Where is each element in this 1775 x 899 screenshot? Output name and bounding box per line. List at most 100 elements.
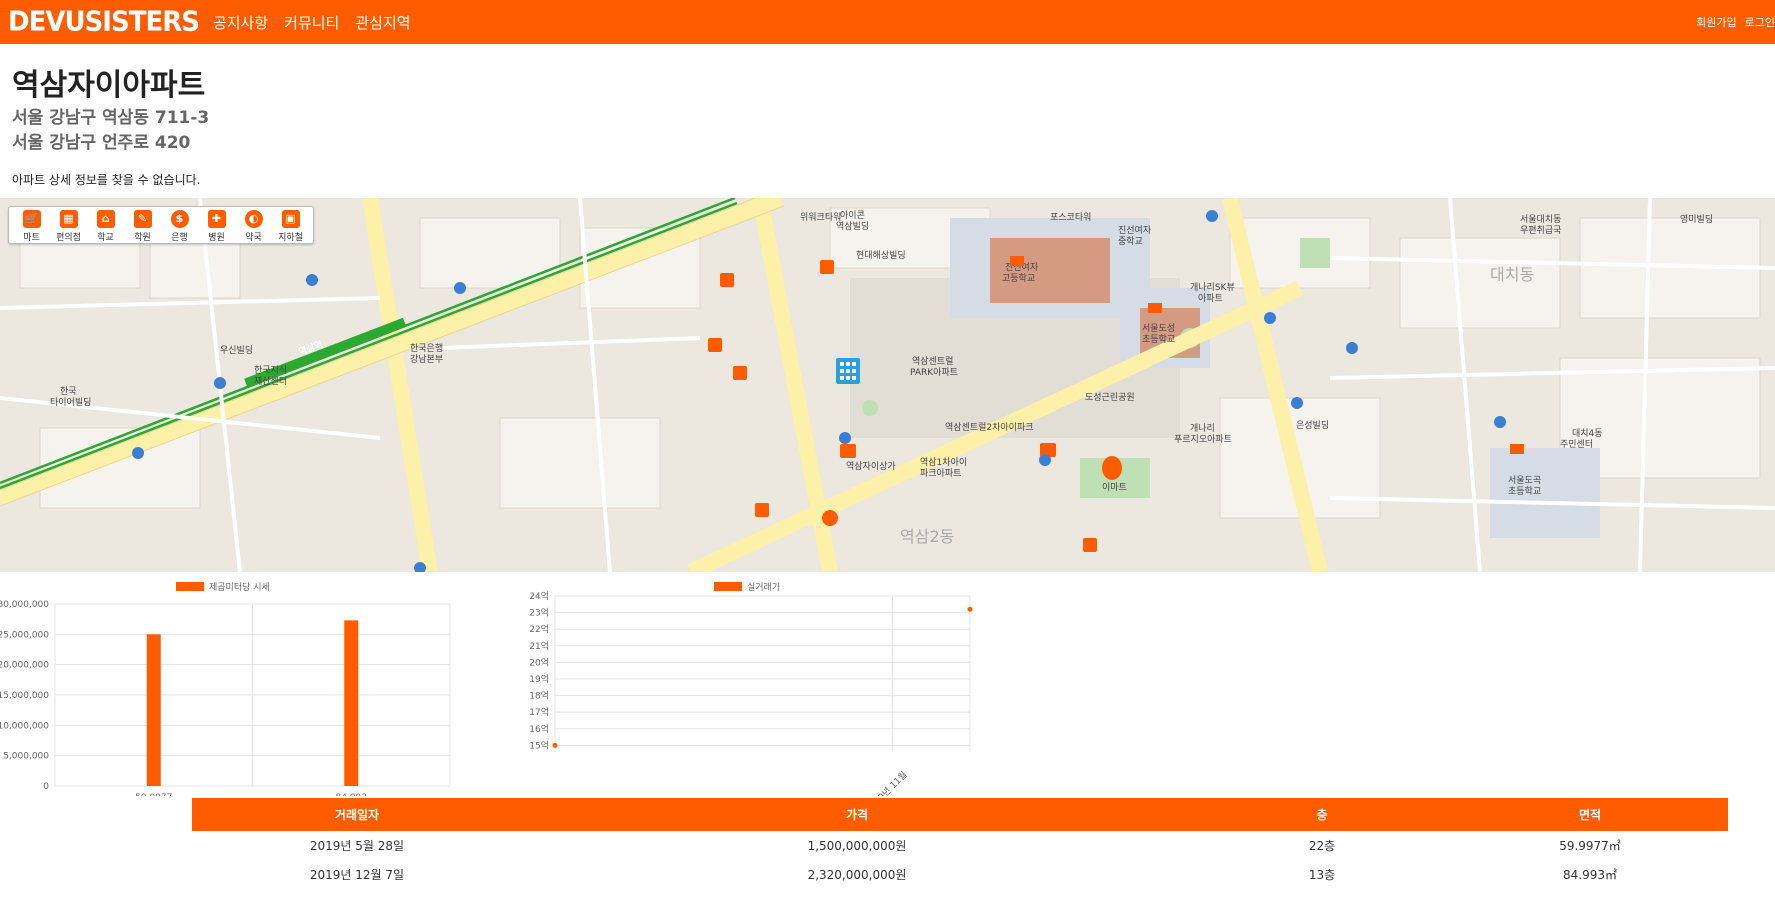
academy-icon: ✎: [133, 210, 152, 228]
chart2-y-tick-label: 15억: [529, 739, 549, 751]
chart1-y-tick-label: 0: [43, 782, 49, 792]
poi-bank-button[interactable]: $ 은행: [161, 210, 198, 243]
svg-text:위워크타워: 위워크타워: [800, 212, 841, 223]
svg-text:영미빌딩: 영미빌딩: [1680, 214, 1713, 225]
apartment-name: 역삼자이아파트: [12, 68, 206, 103]
chart2-point[interactable]: [552, 742, 558, 748]
chart2-y-tick-label: 22억: [529, 623, 549, 635]
cell-floor: 22층: [1308, 839, 1336, 853]
pharmacy-icon: ◐: [244, 210, 263, 228]
svg-text:한국: 한국: [60, 386, 77, 397]
svg-text:초등학교: 초등학교: [1142, 334, 1175, 345]
chart1-y-tick-label: 25,000,000: [0, 630, 49, 640]
map-canvas: 역삼역 역삼자이상가 역삼센트럴2차아이파크 이마트 서울도성 초등학교 진선여…: [0, 198, 1775, 572]
chart2-point[interactable]: [967, 606, 973, 612]
svg-text:주민센터: 주민센터: [1560, 439, 1593, 450]
chart1-y-tick-label: 15,000,000: [0, 691, 49, 701]
poi-category-toolbar: 🛒 마트 ▦ 편의점 ⌂ 학교 ✎ 학원 $ 은행 ✚ 병원 ◐ 약국 ▣ 지하철: [8, 206, 314, 244]
chart1-y-tick-label: 10,000,000: [0, 721, 49, 731]
signup-link[interactable]: 회원가입: [1696, 14, 1736, 30]
svg-text:도성근린공원: 도성근린공원: [1085, 392, 1135, 403]
nav-notice[interactable]: 공지사항: [213, 12, 268, 33]
login-link[interactable]: 로그인: [1745, 14, 1775, 30]
column-header-date: 거래일자: [192, 798, 522, 831]
table-header-row: 거래일자 가격 층 면적: [192, 798, 1728, 831]
svg-text:타이어빌딩: 타이어빌딩: [50, 397, 91, 408]
poi-pharmacy-button[interactable]: ◐ 약국: [235, 210, 272, 243]
svg-text:개나리: 개나리: [1190, 423, 1215, 434]
school-icon: ⌂: [96, 210, 115, 228]
chart2-y-tick-label: 16억: [529, 723, 549, 735]
svg-text:서울도성: 서울도성: [1142, 323, 1175, 334]
address-road: 서울 강남구 언주로 420: [12, 133, 191, 153]
svg-text:한국지식: 한국지식: [254, 365, 287, 376]
cell-area: 59.9977㎡: [1559, 839, 1621, 853]
auth-links: 회원가입 로그인: [1688, 14, 1775, 30]
store-icon: ▦: [59, 210, 78, 228]
svg-text:역삼센트럴2차아이파크: 역삼센트럴2차아이파크: [945, 421, 1034, 433]
chart2-y-tick-label: 23억: [529, 607, 549, 619]
svg-text:서울대치동: 서울대치동: [1520, 213, 1561, 225]
top-navigation-bar: DEVUSISTERS 공지사항 커뮤니티 관심지역 회원가입 로그인: [0, 0, 1775, 44]
svg-text:고등학교: 고등학교: [1002, 273, 1035, 284]
svg-text:초등학교: 초등학교: [1508, 486, 1541, 497]
svg-text:이마트: 이마트: [1102, 482, 1127, 493]
nav-community[interactable]: 커뮤니티: [284, 12, 339, 33]
cell-floor: 13층: [1308, 868, 1336, 882]
chart1-legend-label: 제곱미터당 시세: [209, 582, 270, 593]
svg-text:역삼자이상가: 역삼자이상가: [846, 461, 896, 472]
cart-icon: 🛒: [22, 210, 41, 228]
poi-mart-button[interactable]: 🛒 마트: [13, 210, 50, 243]
chart1-x-tick-label: 59.9977: [135, 793, 172, 796]
poi-subway-button[interactable]: ▣ 지하철: [272, 210, 309, 243]
cell-date: 2019년 12월 7일: [309, 868, 405, 882]
chart2-y-tick-label: 17억: [529, 706, 549, 718]
svg-text:서울도곡: 서울도곡: [1508, 475, 1541, 486]
price-per-sqm-chart: 0 5,000,000 10,000,000 15,000,000 20,000,000…: [0, 582, 451, 796]
chart1-bar[interactable]: [344, 620, 359, 786]
svg-text:대치4동: 대치4동: [1572, 427, 1603, 439]
svg-text:진선여자: 진선여자: [1118, 224, 1152, 236]
poi-convenience-store-button[interactable]: ▦ 편의점: [50, 210, 87, 243]
poi-hospital-button[interactable]: ✚ 병원: [198, 210, 235, 243]
svg-text:개나리SK뷰: 개나리SK뷰: [1190, 282, 1235, 293]
table-row: 2019년 5월 28일 1,500,000,000원 22층 59.9977㎡: [192, 831, 1728, 860]
svg-text:은성빌딩: 은성빌딩: [1296, 420, 1329, 431]
cell-area: 84.993㎡: [1563, 868, 1617, 882]
transaction-price-chart: 15억 16억 17억 18억 19억 20억 21억 22억 23억 24억 실거래가 19년 …: [529, 582, 973, 796]
svg-text:포스코타워: 포스코타워: [1050, 212, 1091, 223]
chart2-y-tick-label: 24억: [529, 590, 549, 602]
poi-academy-button[interactable]: ✎ 학원: [124, 210, 161, 243]
chart2-legend-swatch: [714, 582, 742, 591]
chart1-bar[interactable]: [146, 634, 161, 786]
detail-notice: 아파트 상세 정보를 찾을 수 없습니다.: [12, 173, 201, 187]
chart2-legend-label: 실거래가: [747, 582, 780, 593]
column-header-area: 면적: [1452, 798, 1728, 831]
bank-icon: $: [170, 210, 189, 228]
svg-text:중학교: 중학교: [1118, 236, 1143, 247]
site-logo[interactable]: DEVUSISTERS: [8, 6, 200, 38]
svg-text:현대해상빌딩: 현대해상빌딩: [856, 250, 906, 261]
chart2-x-tick-label: 19년 11월: [871, 769, 909, 796]
svg-text:파크아파트: 파크아파트: [920, 468, 961, 479]
chart1-y-tick-label: 30,000,000: [0, 600, 49, 610]
map-view[interactable]: 역삼역 역삼자이상가 역삼센트럴2차아이파크 이마트 서울도성 초등학교 진선여…: [0, 198, 1775, 572]
chart1-x-tick-label: 84.993: [336, 793, 368, 796]
svg-text:푸르지오아파트: 푸르지오아파트: [1174, 434, 1232, 445]
poi-school-button[interactable]: ⌂ 학교: [87, 210, 124, 243]
table-row: 2019년 12월 7일 2,320,000,000원 13층 84.993㎡: [192, 860, 1728, 889]
chart1-legend-swatch: [176, 582, 204, 591]
chart2-y-tick-label: 18억: [529, 690, 549, 702]
svg-text:우편취급국: 우편취급국: [1520, 224, 1561, 236]
transaction-table: 거래일자 가격 층 면적 2019년 5월 28일 1,500,000,000원…: [192, 798, 1728, 889]
chart2-y-tick-label: 20억: [529, 656, 549, 668]
svg-text:역삼1차아이: 역삼1차아이: [920, 456, 967, 468]
address-jibun: 서울 강남구 역삼동 711-3: [12, 108, 210, 128]
chart1-y-tick-label: 20,000,000: [0, 661, 49, 671]
svg-text:한국은행: 한국은행: [410, 342, 443, 354]
chart2-y-tick-label: 19억: [529, 673, 549, 685]
svg-text:아이콘: 아이콘: [840, 210, 865, 221]
svg-text:역삼센트럴: 역삼센트럴: [912, 356, 953, 367]
nav-interest-area[interactable]: 관심지역: [355, 12, 410, 33]
svg-text:아파트: 아파트: [1198, 293, 1223, 304]
